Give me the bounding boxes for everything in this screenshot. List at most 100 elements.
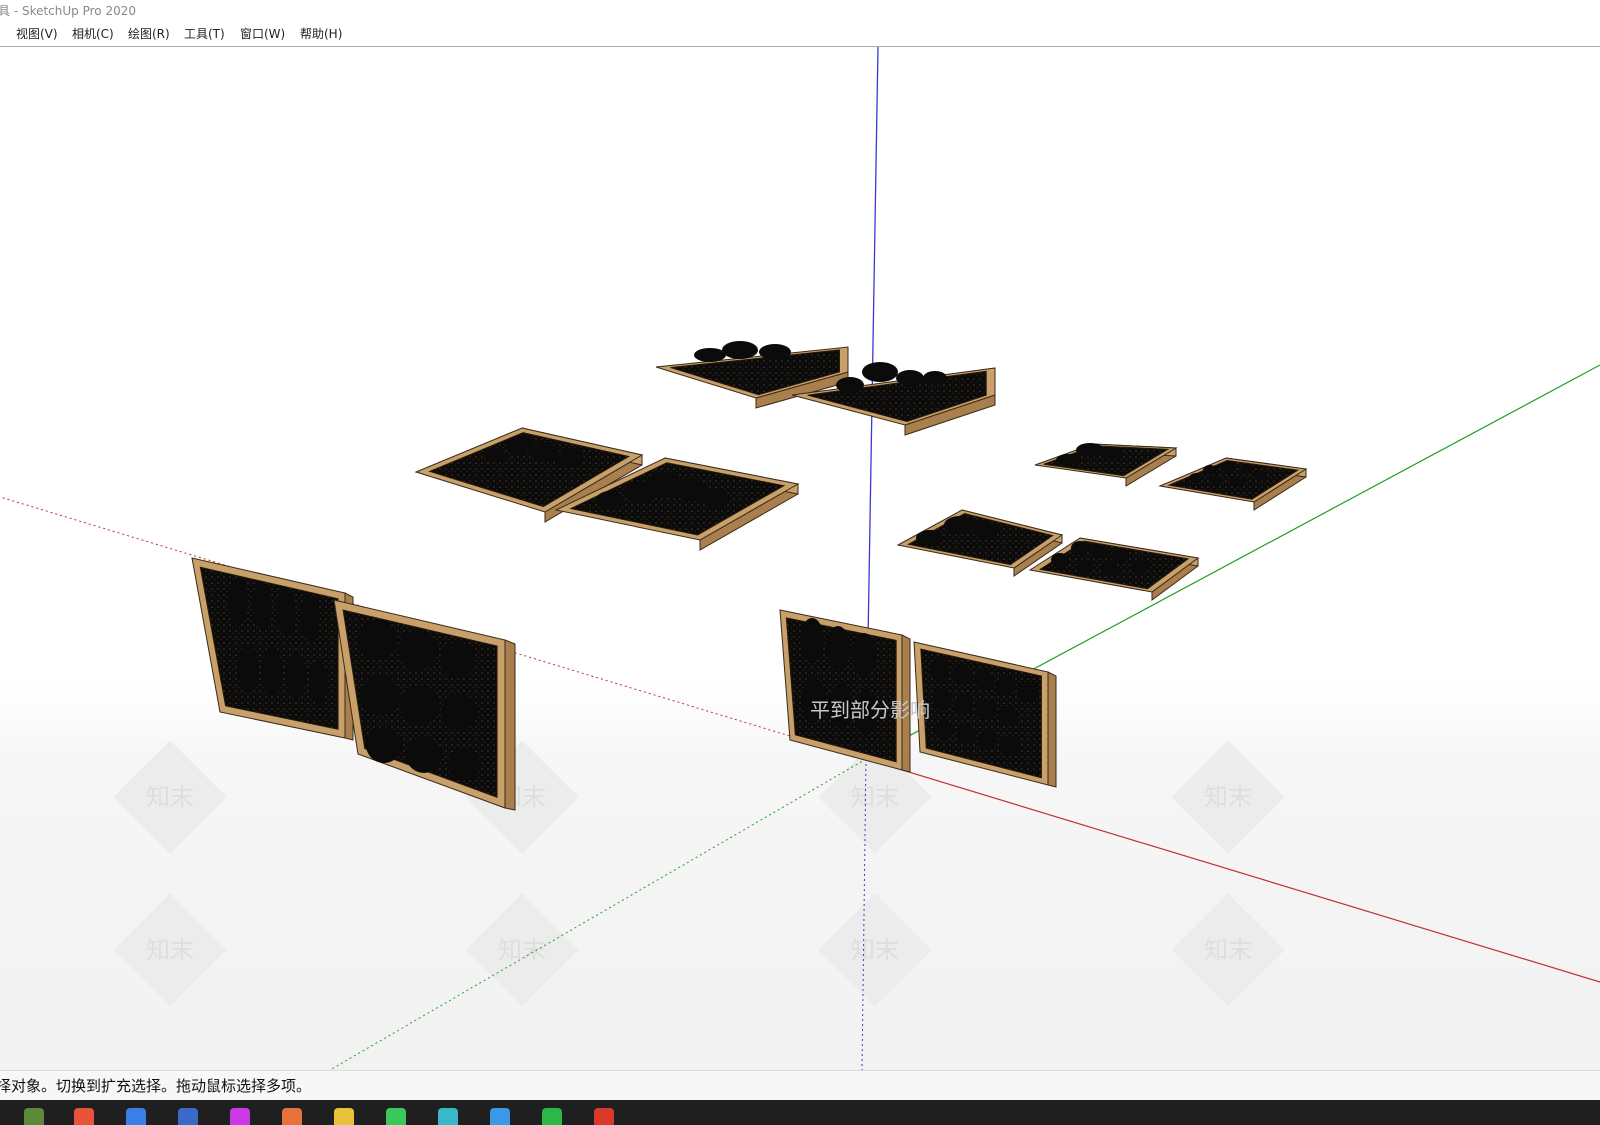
fruit	[916, 530, 944, 546]
fruit	[1221, 461, 1235, 471]
menu-camera[interactable]: 相机(C)	[70, 25, 116, 43]
menu-window[interactable]: 窗口(W)	[238, 25, 287, 43]
fruit	[398, 630, 438, 670]
folder-icon[interactable]	[334, 1108, 354, 1125]
fruit	[366, 727, 402, 763]
fruit	[1091, 545, 1109, 559]
fruit	[448, 749, 480, 781]
browser-icon[interactable]	[126, 1108, 146, 1125]
fruit	[358, 620, 398, 660]
fruit	[996, 676, 1016, 696]
watermark-text: 知末	[146, 936, 194, 964]
fruit	[300, 594, 320, 642]
fruit	[1189, 473, 1203, 483]
fruit	[930, 660, 950, 680]
watermark-text: 知末	[1204, 936, 1252, 964]
fruit	[238, 644, 258, 692]
fruit	[976, 700, 996, 720]
wechat-icon[interactable]	[386, 1108, 406, 1125]
fruit	[596, 491, 624, 509]
fruit	[556, 449, 584, 467]
fruit	[228, 578, 248, 626]
fruit	[722, 341, 758, 359]
watermark-text: 知末	[851, 936, 899, 964]
window-title: 具 - SketchUp Pro 2020	[0, 4, 136, 18]
fruit	[531, 443, 559, 461]
fruit	[1056, 454, 1080, 466]
fruit	[1000, 736, 1020, 756]
fruit	[971, 522, 999, 538]
fruit	[800, 618, 824, 662]
sketchup-icon[interactable]	[594, 1108, 614, 1125]
crate-side	[1047, 671, 1057, 788]
pdf-icon[interactable]	[282, 1108, 302, 1125]
fruit	[360, 675, 400, 715]
fruit	[1111, 549, 1129, 563]
fruit	[956, 725, 976, 745]
fruit	[442, 694, 478, 730]
fruit	[1101, 563, 1119, 577]
fruit	[934, 720, 954, 740]
fruit	[826, 626, 850, 670]
fruit	[262, 648, 282, 696]
fruit	[309, 660, 327, 704]
fruit	[896, 370, 924, 386]
fruit	[694, 348, 726, 362]
status-bar: 择对象。切换到扩充选择。拖动鼠标选择多项。	[0, 1070, 1600, 1101]
media-player-icon[interactable]	[74, 1108, 94, 1125]
status-text: 择对象。切换到扩充选择。拖动鼠标选择多项。	[0, 1077, 312, 1095]
fruit	[1018, 682, 1038, 702]
fruit	[923, 371, 947, 385]
scene-canvas[interactable]: 知末 知末 知末 知末 知末 知末 知末 知末 平到部分影响	[0, 47, 1600, 1070]
watermark-text: 知末	[498, 936, 546, 964]
fruit	[701, 488, 729, 508]
fruit	[440, 642, 476, 678]
fruit	[483, 448, 507, 462]
crate-side	[504, 639, 516, 811]
fruit	[1203, 465, 1217, 475]
menu-view[interactable]: 视图(V)	[14, 25, 60, 43]
fruit	[252, 582, 272, 630]
menu-bar: 视图(V) 相机(C) 绘图(R) 工具(T) 窗口(W) 帮助(H)	[0, 22, 1600, 47]
fruit	[1131, 559, 1149, 573]
watermark-text: 知末	[146, 783, 194, 811]
3d-app-icon[interactable]	[438, 1108, 458, 1125]
fruit	[759, 344, 791, 360]
fruit	[954, 695, 974, 715]
fruit	[836, 377, 864, 393]
menu-help[interactable]: 帮助(H)	[298, 25, 344, 43]
menu-tools[interactable]: 工具(T)	[182, 25, 227, 43]
colorful-app-icon[interactable]	[230, 1108, 250, 1125]
minecraft-icon[interactable]	[24, 1108, 44, 1125]
fruit	[1098, 447, 1122, 459]
fruit	[1253, 471, 1267, 481]
fruit	[406, 737, 442, 773]
fruit	[1231, 477, 1245, 487]
sketchup-window: 具 - SketchUp Pro 2020 视图(V) 相机(C) 绘图(R) …	[0, 0, 1600, 1125]
fruit	[1209, 475, 1223, 485]
file-app-icon[interactable]	[178, 1108, 198, 1125]
windows-taskbar	[0, 1100, 1600, 1125]
edge-icon[interactable]	[490, 1108, 510, 1125]
ground-plane	[0, 47, 1600, 1070]
fruit	[400, 685, 440, 725]
fruit	[862, 362, 898, 382]
fruit	[1076, 559, 1094, 573]
fruit	[974, 670, 994, 690]
fruit	[852, 633, 876, 677]
s-app-icon[interactable]	[542, 1108, 562, 1125]
fruit	[932, 690, 952, 710]
fruit	[624, 481, 656, 503]
watermark-text: 知末	[851, 783, 899, 811]
watermark-text: 知末	[1204, 783, 1252, 811]
model-viewport[interactable]: 知末 知末 知末 知末 知末 知末 知末 知末 平到部分影响	[0, 47, 1600, 1070]
fruit	[952, 665, 972, 685]
fruit	[286, 652, 306, 700]
fruit	[1239, 465, 1253, 475]
fruit	[276, 588, 296, 636]
overlay-watermark-text: 平到部分影响	[810, 698, 930, 722]
fruit	[1051, 553, 1069, 567]
fruit	[978, 730, 998, 750]
menu-draw[interactable]: 绘图(R)	[126, 25, 172, 43]
title-bar: 具 - SketchUp Pro 2020	[0, 0, 1600, 22]
